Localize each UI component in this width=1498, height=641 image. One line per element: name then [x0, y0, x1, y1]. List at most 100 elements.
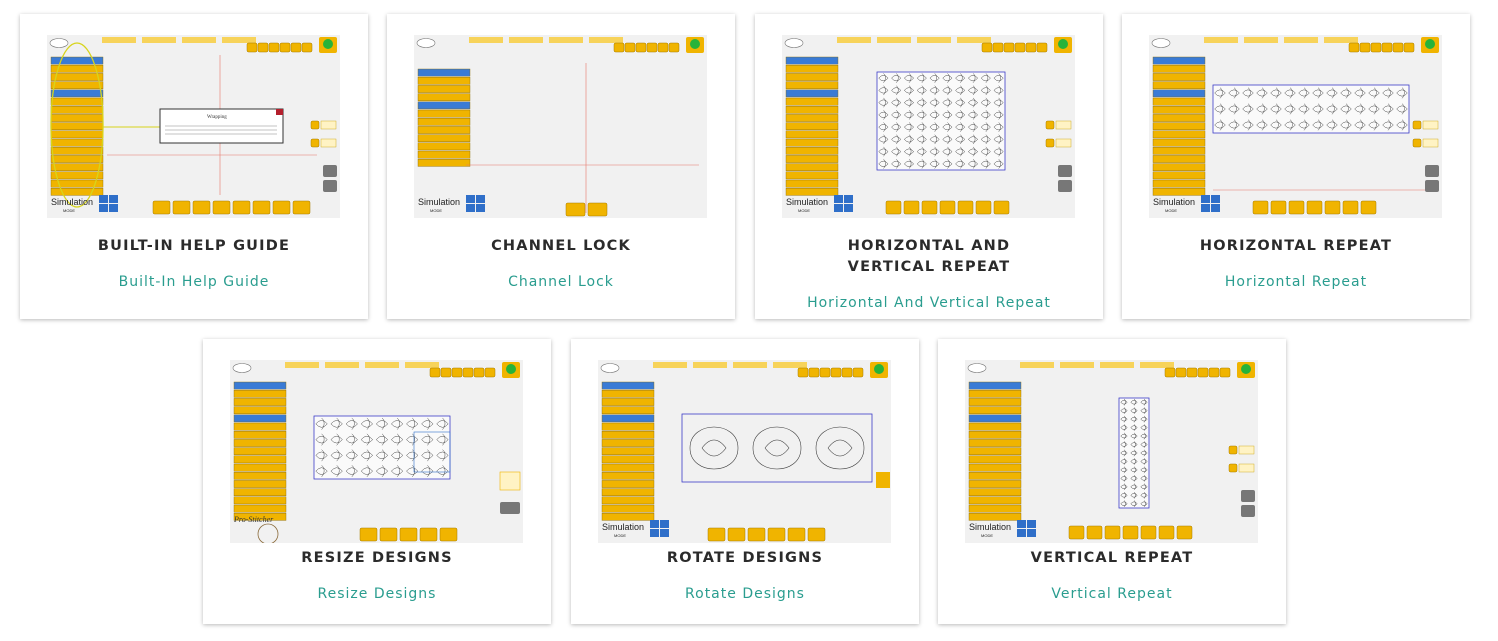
ui-button: [301, 42, 313, 53]
menu-item: [968, 422, 1022, 431]
thumbnail-image[interactable]: Simulation MODE: [598, 360, 891, 543]
feature-card-channel-lock[interactable]: Simulation MODE CHANNEL LOCK Channel Lock: [387, 14, 735, 319]
thumbnail-image[interactable]: Wrapping Simulation MODE: [47, 35, 340, 218]
card-link[interactable]: Vertical Repeat: [938, 585, 1286, 603]
ui-button: [379, 527, 398, 542]
ui-button: [992, 42, 1004, 53]
ui-button: [290, 42, 302, 53]
brand-logo-icon: [257, 523, 279, 543]
card-link[interactable]: Channel Lock: [387, 273, 735, 291]
ui-button: [1176, 525, 1193, 540]
menu-item: [601, 390, 655, 398]
mode-icon: [834, 204, 843, 212]
mode-label: MODE: [430, 208, 442, 213]
card-link[interactable]: Horizontal And Vertical Repeat: [755, 294, 1103, 312]
menu-item: [968, 447, 1022, 455]
ui-button: [1324, 200, 1341, 215]
menu-item: [785, 114, 839, 122]
ui-button: [399, 527, 418, 542]
ui-button: [830, 367, 842, 378]
ui-button: [473, 367, 485, 378]
menu-item: [1152, 122, 1206, 130]
screenshot-content: Wrapping SimulationMODE: [47, 35, 340, 215]
mode-icon: [834, 195, 843, 203]
screenshot-content: Pro-Stitcher: [230, 360, 523, 543]
logo-icon: [1151, 38, 1171, 48]
value-field: [1055, 138, 1072, 148]
status-readout: [142, 37, 176, 43]
status-readout: [917, 37, 951, 43]
ui-button: [257, 42, 269, 53]
menu-item: [968, 504, 1022, 513]
ui-button: [252, 200, 271, 215]
menu-item: [968, 398, 1022, 406]
menu-item: [50, 122, 104, 130]
ui-button: [232, 200, 251, 215]
menu-item: [417, 126, 471, 134]
menu-item: [233, 422, 287, 431]
ui-button: [272, 200, 291, 215]
thumbnail-image[interactable]: Simulation MODE: [414, 35, 707, 218]
ui-button: [419, 527, 438, 542]
status-readout: [549, 37, 583, 43]
feature-card-vertical-repeat[interactable]: Simulation MODE VERTICAL REPEAT Vertical …: [938, 339, 1286, 624]
card-link[interactable]: Rotate Designs: [571, 585, 919, 603]
ui-button: [1036, 42, 1048, 53]
go-icon: [1058, 39, 1068, 49]
value-field: [1422, 138, 1439, 148]
feature-card-horizontal-repeat[interactable]: Simulation MODE HORIZONTAL REPEAT Horizon…: [1122, 14, 1470, 319]
thumbnail-image[interactable]: Simulation MODE: [965, 360, 1258, 543]
menu-item: [1152, 163, 1206, 172]
menu-item: [233, 439, 287, 447]
thumbnail-image[interactable]: Pro-Stitcher: [230, 360, 523, 543]
design-boundary: [1118, 397, 1150, 509]
menu-item: [968, 439, 1022, 447]
card-title: VERTICAL REPEAT: [1030, 550, 1194, 566]
ui-button: [279, 42, 291, 53]
card-link[interactable]: Resize Designs: [203, 585, 551, 603]
menu-item: [50, 171, 104, 180]
menu-item: [1152, 114, 1206, 122]
menu-item: [785, 97, 839, 106]
feature-card-resize-designs[interactable]: Pro-Stitcher RESIZE DESIGNS Resize Desig…: [203, 339, 551, 624]
mode-icon: [1211, 204, 1220, 212]
menu-item: [785, 171, 839, 180]
ui-button: [212, 200, 231, 215]
card-link[interactable]: Horizontal Repeat: [1122, 273, 1470, 291]
value-field: [320, 138, 337, 148]
menu-item: [601, 471, 655, 480]
menu-item: [601, 488, 655, 497]
feature-card-horizontal-and-vertical-repeat[interactable]: Simulation MODE HORIZONTAL AND VERTICAL R…: [755, 14, 1103, 319]
thumbnail-image[interactable]: Simulation MODE: [782, 35, 1075, 218]
ui-button: [981, 42, 993, 53]
ui-button: [1306, 200, 1323, 215]
status-readout: [182, 37, 216, 43]
ui-button: [1342, 200, 1359, 215]
menu-item: [1152, 97, 1206, 106]
ui-button: [1045, 120, 1055, 130]
ui-button: [172, 200, 191, 215]
gray-button: [323, 180, 337, 192]
thumbnail-screenshot: SimulationMODE: [965, 360, 1258, 540]
card-link[interactable]: Built-In Help Guide: [20, 273, 368, 291]
menu-item: [1152, 56, 1206, 65]
menu-item: [233, 488, 287, 497]
menu-item: [968, 381, 1022, 390]
ui-button: [429, 367, 441, 378]
feature-card-rotate-designs[interactable]: Simulation MODE ROTATE DESIGNS Rotate Des…: [571, 339, 919, 624]
ui-button: [451, 367, 463, 378]
simulation-label: Simulation: [418, 197, 460, 207]
ui-button: [975, 200, 992, 215]
menu-item: [233, 406, 287, 414]
menu-item: [1152, 105, 1206, 114]
mode-icon: [650, 520, 659, 528]
rotated-design: [815, 426, 865, 470]
ui-button: [993, 200, 1010, 215]
thumbnail-image[interactable]: Simulation MODE: [1149, 35, 1442, 218]
menu-item: [1152, 73, 1206, 81]
ui-button: [646, 42, 658, 53]
menu-item: [417, 93, 471, 101]
ui-button: [1104, 525, 1121, 540]
logo-icon: [232, 363, 252, 373]
feature-card-built-in-help-guide[interactable]: Wrapping Simulation MODE BUILT-IN HELP GUI…: [20, 14, 368, 319]
